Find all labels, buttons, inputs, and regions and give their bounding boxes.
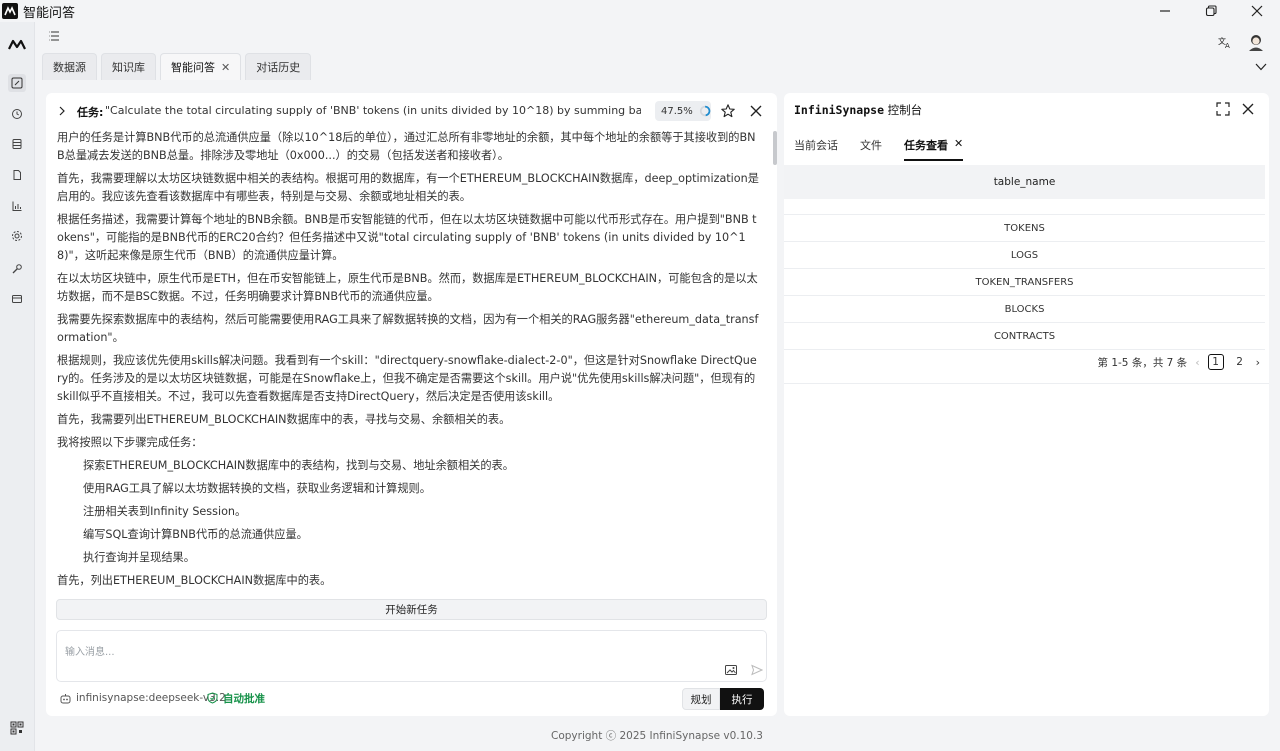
table-row: TOKEN_TRANSFERS [784, 269, 1265, 296]
app-logo-icon [2, 3, 18, 19]
page-2-button[interactable]: 2 [1232, 354, 1248, 370]
progress-ring-icon [699, 105, 711, 117]
tab-smart-qa[interactable]: 智能问答 ✕ [160, 53, 242, 80]
task-label: 任务: [77, 106, 104, 119]
table-row: BLOCKS [784, 296, 1265, 323]
table-row: CONTRACTS [784, 323, 1265, 350]
message-paragraph: 在以太坊区块链中，原生代币是ETH，但在币安智能链上，原生代币是BNB。然而，数… [57, 272, 758, 303]
tab-current-session[interactable]: 当前会话 [794, 137, 838, 161]
tab-data-sources[interactable]: 数据源 [42, 53, 97, 80]
message-input-box[interactable]: 输入消息... [56, 630, 767, 682]
sidebar-toggle-button[interactable] [46, 28, 62, 44]
message-paragraph: 用户的任务是计算BNB代币的总流通供应量（除以10^18后的单位），通过汇总所有… [57, 131, 756, 162]
minimize-button[interactable] [1142, 0, 1188, 22]
plan-step: 执行查询并呈现结果。 [83, 551, 195, 564]
left-nav-rail [0, 22, 35, 751]
message-content: 用户的任务是计算BNB代币的总流通供应量（除以10^18后的单位），通过汇总所有… [46, 129, 777, 591]
task-description: "Calculate the total circulating supply … [105, 104, 641, 117]
tab-close-icon[interactable]: ✕ [221, 61, 230, 74]
close-window-button[interactable] [1234, 0, 1280, 22]
database-icon[interactable] [8, 135, 26, 153]
tab-files[interactable]: 文件 [860, 137, 882, 161]
chart-icon[interactable] [8, 197, 26, 215]
console-title: InfiniSynapse 控制台 [794, 103, 923, 117]
robot-icon [60, 693, 71, 703]
message-input[interactable]: 输入消息... [65, 643, 115, 658]
settings-gear-icon[interactable] [8, 227, 26, 245]
tab-task-view[interactable]: 任务查看 ✕ [904, 137, 964, 161]
task-header: 任务: "Calculate the total circulating sup… [46, 93, 777, 129]
tab-knowledge-base[interactable]: 知识库 [101, 53, 156, 80]
window-title: 智能问答 [23, 5, 76, 21]
minimize-icon [1160, 10, 1170, 12]
auto-approve-toggle[interactable]: 自动批准 [207, 691, 265, 705]
message-paragraph: 根据规则，我应该优先使用skills解决问题。我看到有一个skill："dire… [57, 354, 757, 403]
shield-check-icon [207, 692, 218, 704]
prev-page-icon[interactable]: ‹ [1195, 356, 1199, 369]
execute-mode-button[interactable]: 执行 [720, 688, 764, 710]
plan-step: 编写SQL查询计算BNB代币的总流通供应量。 [83, 528, 308, 541]
star-icon[interactable] [720, 103, 736, 119]
console-tabs: 当前会话 文件 任务查看 ✕ [794, 137, 964, 161]
tools-wrench-icon[interactable] [8, 260, 26, 278]
chevron-down-icon[interactable] [1252, 58, 1270, 76]
auto-approve-label: 自动批准 [223, 692, 265, 705]
close-task-icon[interactable] [748, 103, 764, 119]
plan-step: 探索ETHEREUM_BLOCKCHAIN数据库中的表结构，找到与交易、地址余额… [83, 459, 514, 472]
plan-step: 注册相关表到Infinity Session。 [83, 505, 247, 518]
card-icon[interactable] [8, 290, 26, 308]
model-selector[interactable]: infinisynapse:deepseek-v3.2 [60, 691, 226, 705]
content-scrollbar[interactable] [773, 131, 777, 165]
send-icon[interactable] [751, 664, 763, 676]
main-tabs: 数据源 知识库 智能问答 ✕ 对话历史 [42, 53, 312, 80]
tab-chat-history[interactable]: 对话历史 [245, 53, 312, 80]
fullscreen-icon[interactable] [1216, 102, 1230, 116]
chevron-right-icon[interactable] [56, 104, 68, 118]
tab-close-icon[interactable]: ✕ [954, 137, 963, 150]
svg-text:A: A [1225, 42, 1230, 49]
message-paragraph: 我将按照以下步骤完成任务： [57, 436, 203, 449]
image-upload-icon[interactable] [725, 664, 737, 676]
plan-mode-button[interactable]: 规划 [682, 688, 720, 710]
footer-copyright: Copyright ⓒ 2025 InfiniSynapse v0.10.3 [551, 730, 763, 742]
message-paragraph: 首先，列出ETHEREUM_BLOCKCHAIN数据库中的表。 [57, 574, 332, 587]
table-row: LOGS [784, 242, 1265, 269]
translate-icon[interactable]: 文A [1216, 33, 1234, 51]
document-icon[interactable] [8, 166, 26, 184]
message-paragraph: 首先，我需要列出ETHEREUM_BLOCKCHAIN数据库中的表，寻找与交易、… [57, 413, 511, 426]
plan-step: 使用RAG工具了解以太坊数据转换的文档，获取业务逻辑和计算规则。 [83, 482, 431, 495]
chat-edit-icon[interactable] [8, 74, 26, 92]
close-console-icon[interactable] [1241, 102, 1255, 116]
table-header[interactable]: table_name [784, 165, 1265, 199]
title-bar: 智能问答 [0, 0, 1280, 22]
restore-icon [1205, 5, 1217, 17]
new-task-button[interactable]: 开始新任务 [56, 599, 767, 620]
pagination-summary: 第 1-5 条，共 7 条 [1097, 356, 1188, 369]
table-row: TOKENS [784, 215, 1265, 242]
model-name: infinisynapse:deepseek-v3.2 [76, 692, 226, 704]
menu-icon [49, 31, 59, 41]
console-panel: InfiniSynapse 控制台 当前会话 文件 任务查看 ✕ table_na… [784, 93, 1269, 716]
close-icon [1251, 5, 1263, 17]
restore-button[interactable] [1188, 0, 1234, 22]
avatar[interactable] [1246, 32, 1266, 52]
brand-logo-icon [8, 36, 26, 54]
history-icon[interactable] [8, 105, 26, 123]
result-table: table_name TOKENS LOGS TOKEN_TRANSFERS B… [784, 165, 1265, 350]
next-page-icon[interactable]: › [1256, 356, 1260, 369]
chat-panel: 任务: "Calculate the total circulating sup… [46, 93, 777, 716]
page-1-button[interactable]: 1 [1207, 354, 1224, 370]
message-paragraph: 根据任务描述，我需要计算每个地址的BNB余额。BNB是币安智能链的代币，但在以太… [57, 213, 757, 262]
progress-percent: 47.5% [661, 105, 693, 117]
message-paragraph: 我需要先探索数据库中的表结构，然后可能需要使用RAG工具来了解数据转换的文档，因… [57, 313, 759, 344]
pagination: 第 1-5 条，共 7 条 ‹ 1 2 › [784, 354, 1269, 370]
task-progress: 47.5% [655, 101, 711, 121]
message-paragraph: 首先，我需要理解以太坊区块链数据中相关的表结构。根据可用的数据库，有一个ETHE… [57, 172, 759, 203]
